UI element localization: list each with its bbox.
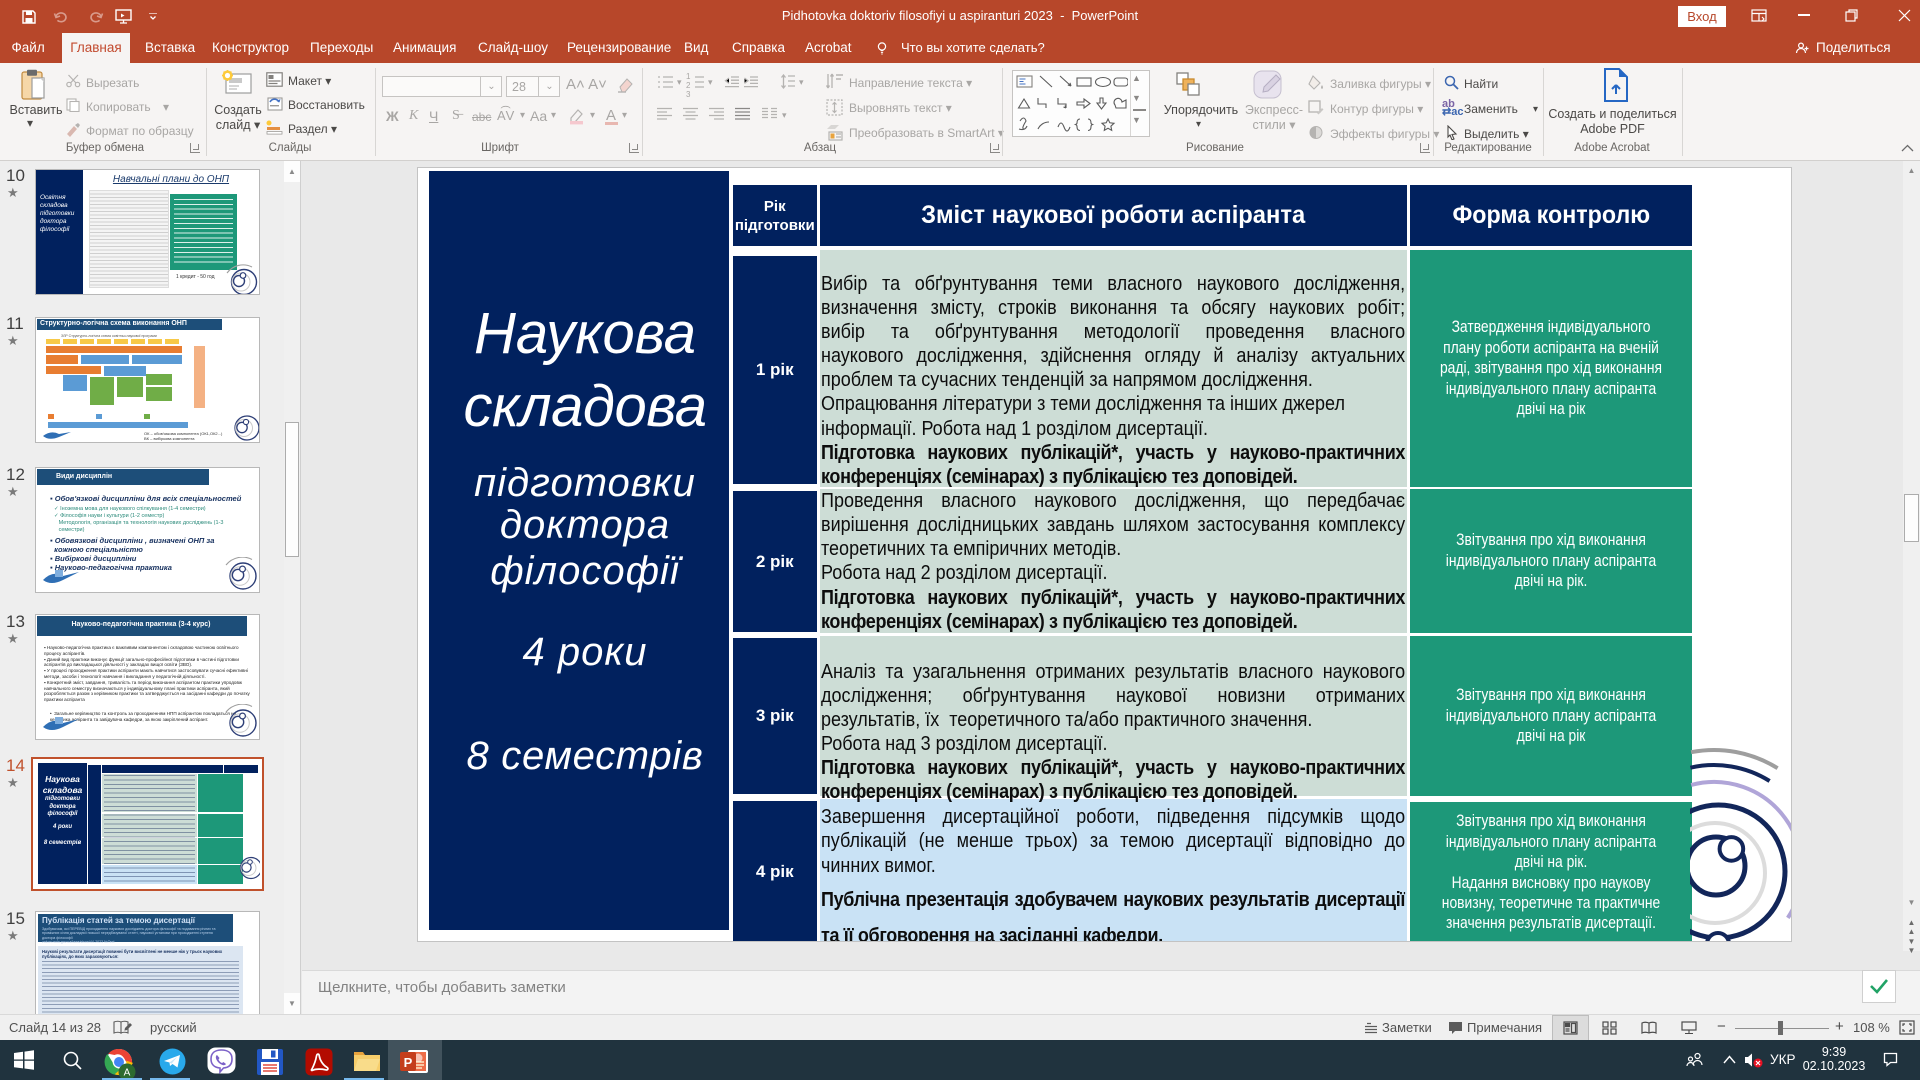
svg-text:P: P xyxy=(404,1055,413,1070)
